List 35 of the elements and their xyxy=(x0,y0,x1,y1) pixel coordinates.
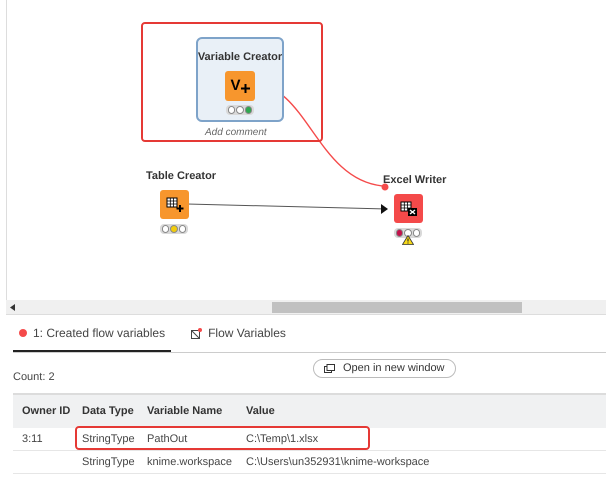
scroll-left-icon[interactable] xyxy=(10,304,15,311)
grid-x-icon xyxy=(400,200,418,216)
status-lights xyxy=(394,228,422,238)
scrollbar-thumb[interactable] xyxy=(272,302,522,313)
column-header[interactable]: Variable Name xyxy=(147,403,246,420)
variable-port-icon xyxy=(191,328,202,338)
node-comment[interactable]: Add comment xyxy=(205,125,267,140)
table-cell: knime.workspace xyxy=(147,456,232,468)
column-header[interactable]: Data Type xyxy=(82,403,147,420)
open-window-button[interactable]: Open in new window xyxy=(313,359,456,378)
horizontal-scrollbar[interactable] xyxy=(6,300,606,315)
node-title: Variable Creator xyxy=(198,50,282,65)
table-cell: StringType xyxy=(82,456,135,468)
node-icon[interactable]: V xyxy=(225,70,255,100)
node-card[interactable]: Variable Creator V xyxy=(196,37,284,122)
table-cell: C:\Users\un352931\knime-workspace xyxy=(246,456,430,468)
status-lights xyxy=(160,224,188,234)
table-cell: PathOut xyxy=(147,432,188,445)
window-icon xyxy=(324,364,335,373)
variable-label: V xyxy=(230,78,240,93)
tab[interactable]: 1: Created flow variables xyxy=(13,316,172,352)
count-label: Count: 2 xyxy=(13,370,55,385)
node-title: Excel Writer xyxy=(383,173,446,188)
grid-plus-icon xyxy=(166,196,184,212)
status-lights xyxy=(226,104,254,114)
node-icon[interactable] xyxy=(394,194,423,223)
column-header[interactable]: Value xyxy=(246,403,606,420)
node-title: Table Creator xyxy=(146,169,216,184)
table-cell: StringType xyxy=(82,432,135,445)
table-cell: C:\Temp\1.xlsx xyxy=(246,432,318,445)
plus-icon xyxy=(240,84,250,93)
node-icon[interactable] xyxy=(160,190,189,219)
table-cell: 3:11 xyxy=(22,432,43,445)
tab[interactable]: Flow Variables xyxy=(185,316,292,352)
column-header[interactable]: Owner ID xyxy=(13,403,82,420)
